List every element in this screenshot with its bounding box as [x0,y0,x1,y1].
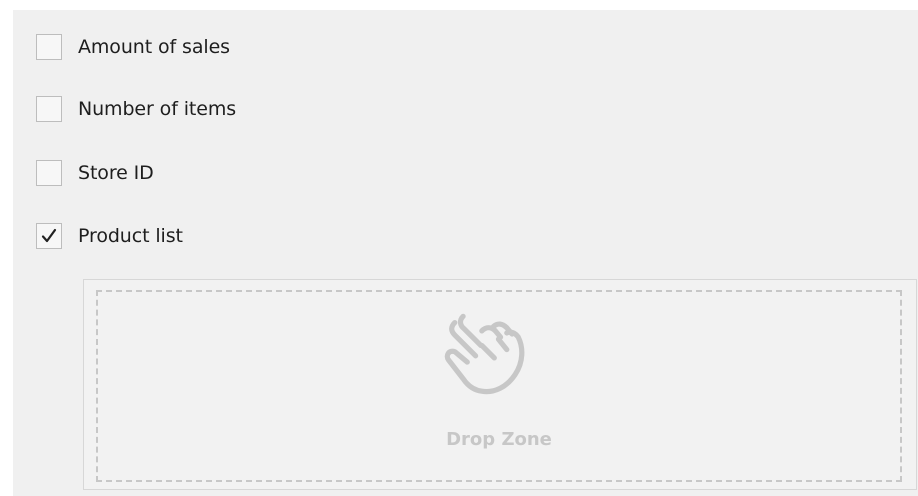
options-panel: Amount of sales Number of items Store ID… [13,10,918,496]
drop-zone-container: Drop Zone [83,279,917,490]
option-product-list[interactable]: Product list [36,221,183,251]
amount-of-sales-checkbox[interactable] [36,34,62,60]
store-id-checkbox[interactable] [36,160,62,186]
store-id-label: Store ID [78,162,154,184]
hand-pointer-icon [444,313,525,395]
product-list-label: Product list [78,225,183,247]
option-store-id[interactable]: Store ID [36,158,154,188]
drop-zone-label: Drop Zone [446,429,552,450]
amount-of-sales-label: Amount of sales [78,36,230,58]
number-of-items-label: Number of items [78,98,237,120]
product-list-checkbox[interactable] [36,223,62,249]
checkmark-icon [41,228,57,243]
number-of-items-checkbox[interactable] [36,96,62,122]
option-number-of-items[interactable]: Number of items [36,94,236,124]
option-amount-of-sales[interactable]: Amount of sales [36,32,230,62]
drop-zone[interactable]: Drop Zone [96,290,902,482]
